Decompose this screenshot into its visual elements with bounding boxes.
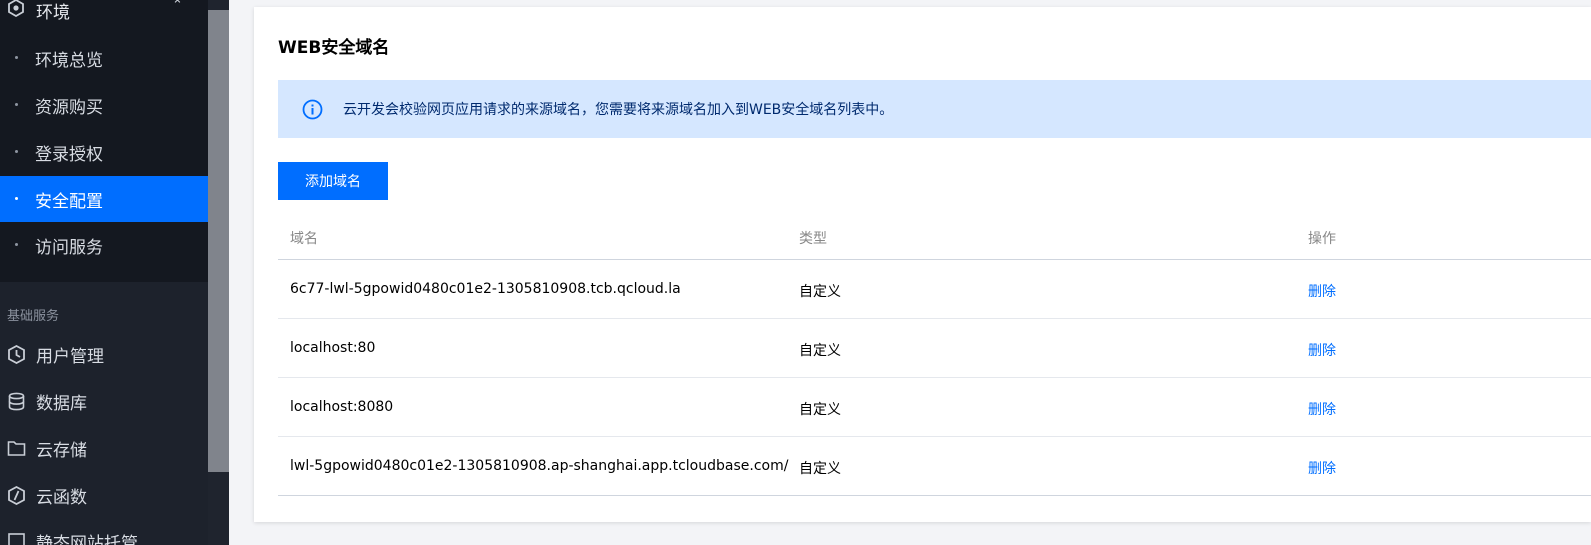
add-domain-button[interactable]: 添加域名 — [278, 162, 388, 200]
domain-cell: lwl-5gpowid0480c01e2-1305810908.ap-shang… — [290, 458, 789, 474]
sidebar-item-database[interactable]: 数据库 — [0, 379, 208, 423]
domain-cell: localhost:8080 — [290, 399, 394, 415]
sidebar-item-access-service[interactable]: 访问服务 — [0, 222, 208, 268]
sidebar-item-label: 环境总览 — [35, 51, 103, 71]
column-header-domain: 域名 — [290, 231, 318, 247]
sidebar-item-label: 静态网站托管 — [36, 534, 138, 545]
delete-link[interactable]: 删除 — [1308, 458, 1336, 478]
page-title: WEB安全域名 — [278, 38, 390, 58]
sidebar-item-label: 数据库 — [36, 394, 87, 414]
sidebar-scrollbar-thumb[interactable] — [208, 10, 229, 472]
hexagon-icon — [8, 0, 24, 17]
sidebar-item-security-config[interactable]: 安全配置 — [0, 176, 208, 222]
sidebar: 环境 ⌃ 环境总览 资源购买 登录授权 安全配置 访问服务 基础服务 用户管理 … — [0, 0, 208, 545]
sidebar-item-cloud-function[interactable]: 云函数 — [0, 473, 208, 517]
nav-env-header[interactable]: 环境 ⌃ — [0, 0, 208, 32]
delete-link[interactable]: 删除 — [1308, 281, 1336, 301]
column-header-type: 类型 — [799, 231, 827, 247]
domain-cell: localhost:80 — [290, 340, 376, 356]
type-cell: 自定义 — [799, 284, 841, 300]
bullet-dot — [15, 197, 18, 200]
app-root: 环境 ⌃ 环境总览 资源购买 登录授权 安全配置 访问服务 基础服务 用户管理 … — [0, 0, 1591, 545]
function-icon — [8, 486, 25, 505]
sidebar-item-user-management[interactable]: 用户管理 — [0, 332, 208, 376]
table-row: localhost:8080 自定义 删除 — [278, 378, 1591, 437]
type-cell: 自定义 — [799, 402, 841, 418]
delete-link[interactable]: 删除 — [1308, 399, 1336, 419]
delete-link[interactable]: 删除 — [1308, 340, 1336, 360]
column-header-action: 操作 — [1308, 231, 1336, 247]
bullet-dot — [15, 150, 18, 153]
sidebar-item-label: 访问服务 — [35, 238, 103, 258]
sidebar-item-label: 云函数 — [36, 488, 87, 508]
sidebar-item-label: 安全配置 — [35, 192, 103, 212]
info-icon — [302, 99, 323, 120]
table-row: localhost:80 自定义 删除 — [278, 319, 1591, 378]
folder-icon — [7, 441, 26, 456]
database-icon — [8, 392, 25, 411]
table-row: lwl-5gpowid0480c01e2-1305810908.ap-shang… — [278, 437, 1591, 496]
type-cell: 自定义 — [799, 343, 841, 359]
sidebar-item-label: 用户管理 — [36, 347, 104, 367]
domain-cell: 6c77-lwl-5gpowid0480c01e2-1305810908.tcb… — [290, 281, 681, 297]
group-title-basic-services: 基础服务 — [7, 309, 60, 324]
sidebar-item-static-hosting[interactable]: 静态网站托管 — [0, 519, 208, 545]
domain-table: 域名 类型 操作 6c77-lwl-5gpowid0480c01e2-13058… — [278, 217, 1591, 496]
table-header: 域名 类型 操作 — [278, 217, 1591, 260]
security-domain-card: WEB安全域名 云开发会校验网页应用请求的来源域名，您需要将来源域名加入到WEB… — [254, 7, 1591, 522]
chevron-up-icon[interactable]: ⌃ — [172, 0, 183, 13]
sidebar-item-label: 登录授权 — [35, 145, 103, 165]
sidebar-item-resource-purchase[interactable]: 资源购买 — [0, 82, 208, 128]
bullet-dot — [15, 56, 18, 59]
type-cell: 自定义 — [799, 461, 841, 477]
nav-env-label: 环境 — [36, 3, 70, 23]
sidebar-item-label: 资源购买 — [35, 98, 103, 118]
sidebar-item-env-overview[interactable]: 环境总览 — [0, 35, 208, 81]
web-icon — [8, 533, 25, 545]
info-notice: 云开发会校验网页应用请求的来源域名，您需要将来源域名加入到WEB安全域名列表中。 — [278, 80, 1591, 138]
bullet-dot — [15, 243, 18, 246]
sidebar-item-login-auth[interactable]: 登录授权 — [0, 129, 208, 175]
sidebar-item-label: 云存储 — [36, 441, 87, 461]
notice-text: 云开发会校验网页应用请求的来源域名，您需要将来源域名加入到WEB安全域名列表中。 — [343, 102, 894, 118]
user-shield-icon — [8, 345, 25, 364]
bullet-dot — [15, 103, 18, 106]
sidebar-item-cloud-storage[interactable]: 云存储 — [0, 426, 208, 470]
table-row: 6c77-lwl-5gpowid0480c01e2-1305810908.tcb… — [278, 260, 1591, 319]
